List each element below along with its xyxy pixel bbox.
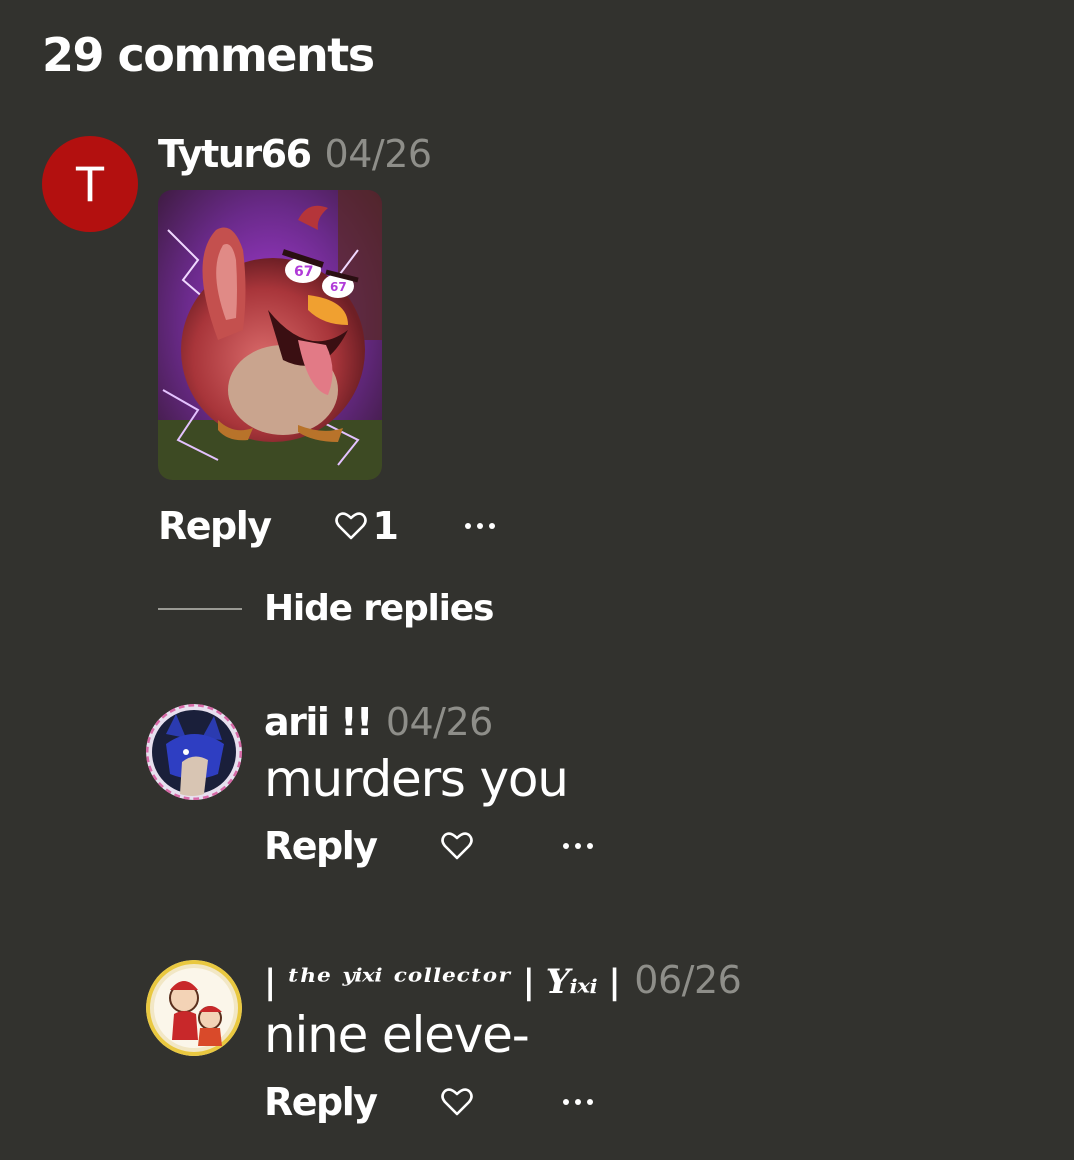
avatar-letter: T (74, 156, 106, 212)
reply-avatar[interactable] (146, 704, 242, 800)
wolf-avatar-image (146, 704, 242, 800)
reply-button[interactable]: Reply (264, 1080, 378, 1124)
comment-meta: Tytur66 04/26 (158, 132, 432, 176)
reply-button[interactable]: Reply (264, 824, 378, 868)
more-options-button[interactable] (562, 831, 599, 861)
more-dot (586, 843, 593, 849)
reply-username[interactable]: | ᵗʰᵉ ʸⁱˣⁱ ᶜᵒˡˡᵉᶜᵗᵒʳ | Yᵢₓᵢ | (264, 962, 621, 1002)
more-dot (562, 843, 569, 849)
svg-text:67: 67 (330, 280, 347, 294)
more-dot (488, 523, 495, 529)
heart-icon (440, 832, 473, 860)
angry-bird-image: 67 67 (158, 190, 382, 480)
comment-username[interactable]: Tytur66 (158, 132, 312, 176)
more-dot (562, 1099, 569, 1105)
more-dot (476, 523, 483, 529)
comments-count-title: 29 comments (42, 28, 375, 82)
reply-text: nine eleve- (264, 1006, 530, 1064)
more-dot (574, 843, 581, 849)
svg-text:67: 67 (294, 264, 313, 280)
reply-meta: arii !! 04/26 (264, 700, 493, 744)
reply-avatar[interactable] (146, 960, 242, 1056)
hide-replies-label: Hide replies (264, 588, 494, 629)
hide-replies-divider (158, 607, 242, 610)
heart-icon (440, 1088, 473, 1116)
reply-text: murders you (264, 750, 569, 808)
comment-date: 04/26 (324, 132, 433, 176)
reply-actions: Reply (264, 824, 599, 868)
reply-date: 06/26 (634, 958, 742, 1002)
hide-replies-button[interactable]: Hide replies (158, 588, 494, 629)
comment-image[interactable]: 67 67 (158, 190, 382, 480)
reply-button[interactable]: Reply (158, 504, 272, 548)
more-options-button[interactable] (464, 511, 501, 541)
more-dot (586, 1099, 593, 1105)
comments-panel: 29 comments T Tytur66 04/26 67 67 Reply … (0, 0, 1074, 1160)
reply-actions: Reply (264, 1080, 599, 1124)
like-button[interactable] (440, 832, 473, 860)
comment-actions: Reply 1 (158, 504, 501, 548)
like-button[interactable] (440, 1088, 473, 1116)
avatar[interactable]: T (42, 136, 138, 232)
like-button[interactable]: 1 (334, 504, 399, 548)
reply-meta: | ᵗʰᵉ ʸⁱˣⁱ ᶜᵒˡˡᵉᶜᵗᵒʳ | Yᵢₓᵢ | 06/26 (264, 958, 742, 1002)
reply-username[interactable]: arii !! (264, 700, 373, 744)
cartoon-avatar-image (146, 960, 242, 1056)
heart-icon (334, 512, 367, 540)
like-count: 1 (372, 504, 399, 548)
reply-date: 04/26 (385, 700, 494, 744)
more-dot (574, 1099, 581, 1105)
more-dot (464, 523, 471, 529)
more-options-button[interactable] (562, 1087, 599, 1117)
